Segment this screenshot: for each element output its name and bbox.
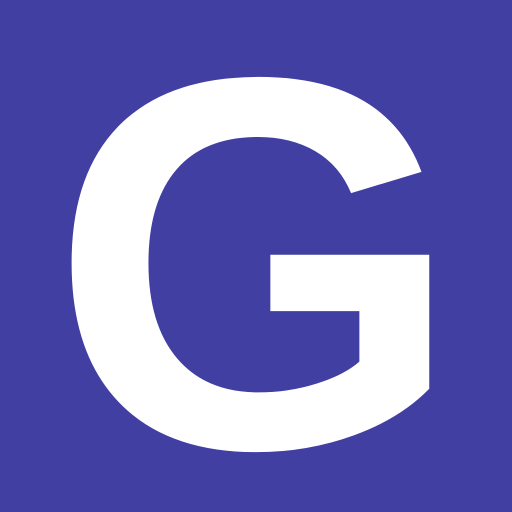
icon-letter: G <box>49 0 463 512</box>
letter-g-icon: G <box>0 0 512 512</box>
